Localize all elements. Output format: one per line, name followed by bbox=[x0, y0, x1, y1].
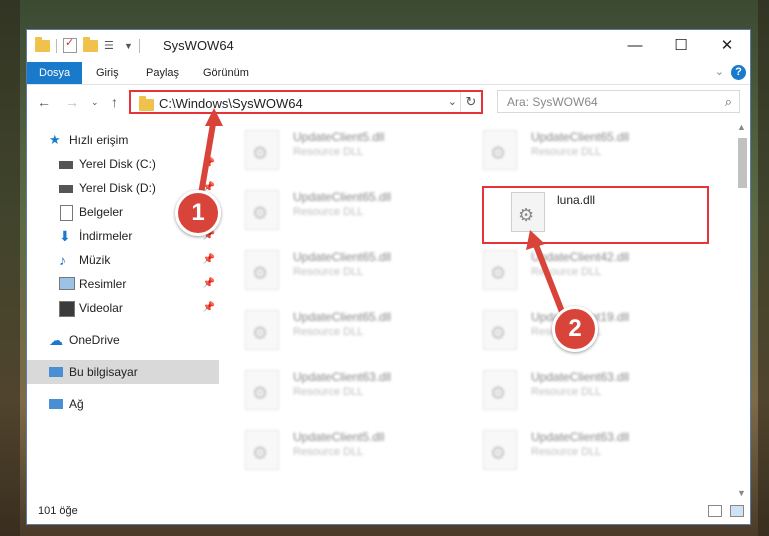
step-badge-2: 2 bbox=[552, 306, 598, 352]
arrow-head-1 bbox=[205, 108, 223, 126]
step-badge-1: 1 bbox=[175, 190, 221, 236]
arrow-head-2 bbox=[526, 230, 545, 250]
arrow-line-1 bbox=[197, 117, 217, 201]
callout-arrows bbox=[197, 108, 569, 324]
